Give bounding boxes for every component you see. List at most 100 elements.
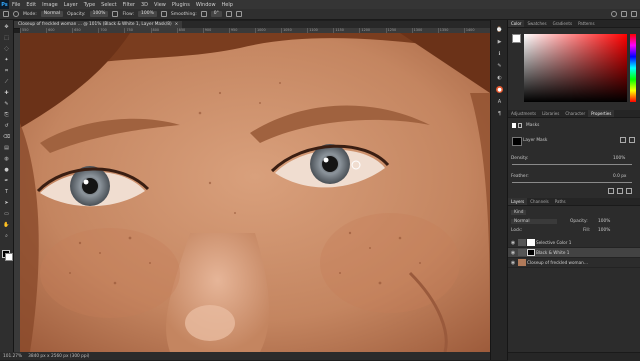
- hue-slider[interactable]: [630, 34, 636, 102]
- shape-icon[interactable]: ▭: [3, 211, 10, 217]
- flow-input[interactable]: 100%: [138, 11, 157, 17]
- eyedropper-icon[interactable]: ⟋: [3, 79, 10, 85]
- home-icon[interactable]: [3, 11, 9, 17]
- close-tab-icon[interactable]: ×: [175, 21, 179, 28]
- move-icon[interactable]: ✥: [3, 24, 10, 30]
- status-bar: 101.27% 3840 px x 2560 px (300 ppi): [0, 352, 490, 360]
- eraser-icon[interactable]: ⌫: [3, 134, 10, 140]
- airbrush-icon[interactable]: [160, 11, 167, 17]
- pixel-mask-icon[interactable]: [512, 123, 516, 128]
- pressure-size-icon[interactable]: [225, 11, 232, 17]
- background-color-icon[interactable]: [5, 253, 13, 261]
- learn-icon[interactable]: ●: [496, 86, 503, 93]
- visibility-eye-icon[interactable]: ◉: [508, 250, 518, 256]
- smoothing-settings-icon[interactable]: [200, 11, 207, 17]
- hand-icon[interactable]: ✋: [3, 222, 10, 228]
- tab-paths[interactable]: Paths: [552, 198, 569, 205]
- tab-color[interactable]: Color: [508, 20, 525, 27]
- layer-filter-kind[interactable]: Kind: [511, 210, 527, 215]
- search-icon[interactable]: [611, 11, 617, 17]
- mode-select[interactable]: Normal: [40, 11, 64, 17]
- adjust-icon[interactable]: ◐: [496, 74, 503, 81]
- type-icon[interactable]: T: [3, 189, 10, 195]
- menu-file[interactable]: File: [9, 2, 23, 8]
- tab-character[interactable]: Character: [562, 110, 588, 117]
- menu-help[interactable]: Help: [219, 2, 236, 8]
- tab-swatches[interactable]: Swatches: [524, 20, 549, 27]
- color-picker-field[interactable]: [524, 34, 627, 102]
- mask-action-icon-2[interactable]: [617, 188, 623, 194]
- mask-action-icon-3[interactable]: [626, 188, 632, 194]
- menu-view[interactable]: View: [151, 2, 169, 8]
- blend-mode-select[interactable]: Normal: [511, 219, 557, 224]
- menu-filter[interactable]: Filter: [120, 2, 138, 8]
- path-select-icon[interactable]: ➤: [3, 200, 10, 206]
- feather-value[interactable]: 0.0 px: [613, 174, 626, 179]
- layer-mask-thumbnail[interactable]: [527, 239, 535, 246]
- tab-adjustments[interactable]: Adjustments: [508, 110, 539, 117]
- menu-edit[interactable]: Edit: [23, 2, 39, 8]
- menu-layer[interactable]: Layer: [61, 2, 81, 8]
- mask-action-icon-1[interactable]: [608, 188, 614, 194]
- crop-icon[interactable]: ⌗: [3, 68, 10, 74]
- menu-window[interactable]: Window: [193, 2, 219, 8]
- visibility-eye-icon[interactable]: ◉: [508, 260, 518, 266]
- brush-icon[interactable]: ✎: [3, 101, 10, 107]
- layer-row-black-white[interactable]: ◉ Black & White 1: [508, 248, 640, 258]
- history-panel-icon[interactable]: ⌚: [496, 26, 503, 33]
- quick-select-icon[interactable]: ✦: [3, 57, 10, 63]
- brushes-panel-icon[interactable]: ✎: [496, 62, 503, 69]
- marquee-icon[interactable]: ⬚: [3, 35, 10, 41]
- tab-libraries[interactable]: Libraries: [539, 110, 562, 117]
- document-tab[interactable]: Closeup of freckled woman … @ 101% (Blac…: [14, 21, 183, 28]
- foreground-color-swatch[interactable]: [512, 34, 521, 43]
- vector-mask-icon[interactable]: [518, 123, 522, 128]
- pressure-opacity-icon[interactable]: [112, 11, 119, 17]
- density-slider[interactable]: [512, 164, 632, 165]
- layer-name: Selective Color 1: [536, 240, 572, 245]
- fill-value[interactable]: 100%: [598, 228, 610, 233]
- mode-label: Mode:: [23, 11, 37, 17]
- pen-icon[interactable]: ✒: [3, 178, 10, 184]
- menu-image[interactable]: Image: [39, 2, 61, 8]
- menu-plugins[interactable]: Plugins: [169, 2, 193, 8]
- heal-icon[interactable]: ✚: [3, 90, 10, 96]
- feather-slider[interactable]: [512, 182, 632, 183]
- visibility-eye-icon[interactable]: ◉: [508, 240, 518, 246]
- lasso-icon[interactable]: ◌: [3, 46, 10, 52]
- dodge-icon[interactable]: ●: [3, 167, 10, 173]
- select-mask-icon[interactable]: [620, 137, 626, 143]
- history-brush-icon[interactable]: ↺: [3, 123, 10, 129]
- workspace-icon[interactable]: [621, 11, 627, 17]
- blur-icon[interactable]: ◍: [3, 156, 10, 162]
- menu-type[interactable]: Type: [81, 2, 98, 8]
- document-canvas[interactable]: [20, 33, 490, 352]
- layer-opacity-value[interactable]: 100%: [598, 219, 610, 224]
- tab-layers[interactable]: Layers: [508, 198, 528, 205]
- layer-row-photo[interactable]: ◉ Closeup of freckled woman…: [508, 258, 640, 268]
- share-icon[interactable]: [631, 11, 637, 17]
- actions-panel-icon[interactable]: ▶: [496, 38, 503, 45]
- tab-patterns[interactable]: Patterns: [575, 20, 597, 27]
- paragraph-panel-icon[interactable]: ¶: [496, 110, 503, 117]
- zoom-level[interactable]: 101.27%: [3, 354, 22, 359]
- opacity-input[interactable]: 100%: [89, 11, 109, 17]
- info-panel-icon[interactable]: ℹ: [496, 50, 503, 57]
- menu-3d[interactable]: 3D: [138, 2, 151, 8]
- menu-select[interactable]: Select: [98, 2, 119, 8]
- photoshop-logo-icon[interactable]: Ps: [0, 0, 9, 9]
- tab-properties[interactable]: Properties: [588, 110, 615, 117]
- glyphs-panel-icon[interactable]: A: [496, 98, 503, 105]
- tab-gradients[interactable]: Gradients: [550, 20, 576, 27]
- stamp-icon[interactable]: ⎘: [3, 112, 10, 118]
- symmetry-icon[interactable]: [235, 11, 242, 17]
- gradient-icon[interactable]: ▤: [3, 145, 10, 151]
- density-value[interactable]: 100%: [613, 156, 625, 161]
- layer-row-selective-color[interactable]: ◉ Selective Color 1: [508, 238, 640, 248]
- tab-channels[interactable]: Channels: [527, 198, 552, 205]
- brush-preset-icon[interactable]: [13, 11, 19, 17]
- apply-vector-mask-icon[interactable]: [629, 137, 635, 143]
- zoom-icon[interactable]: ⌕: [3, 233, 10, 239]
- layer-mask-thumbnail[interactable]: [527, 249, 535, 256]
- angle-input[interactable]: 0°: [210, 11, 222, 17]
